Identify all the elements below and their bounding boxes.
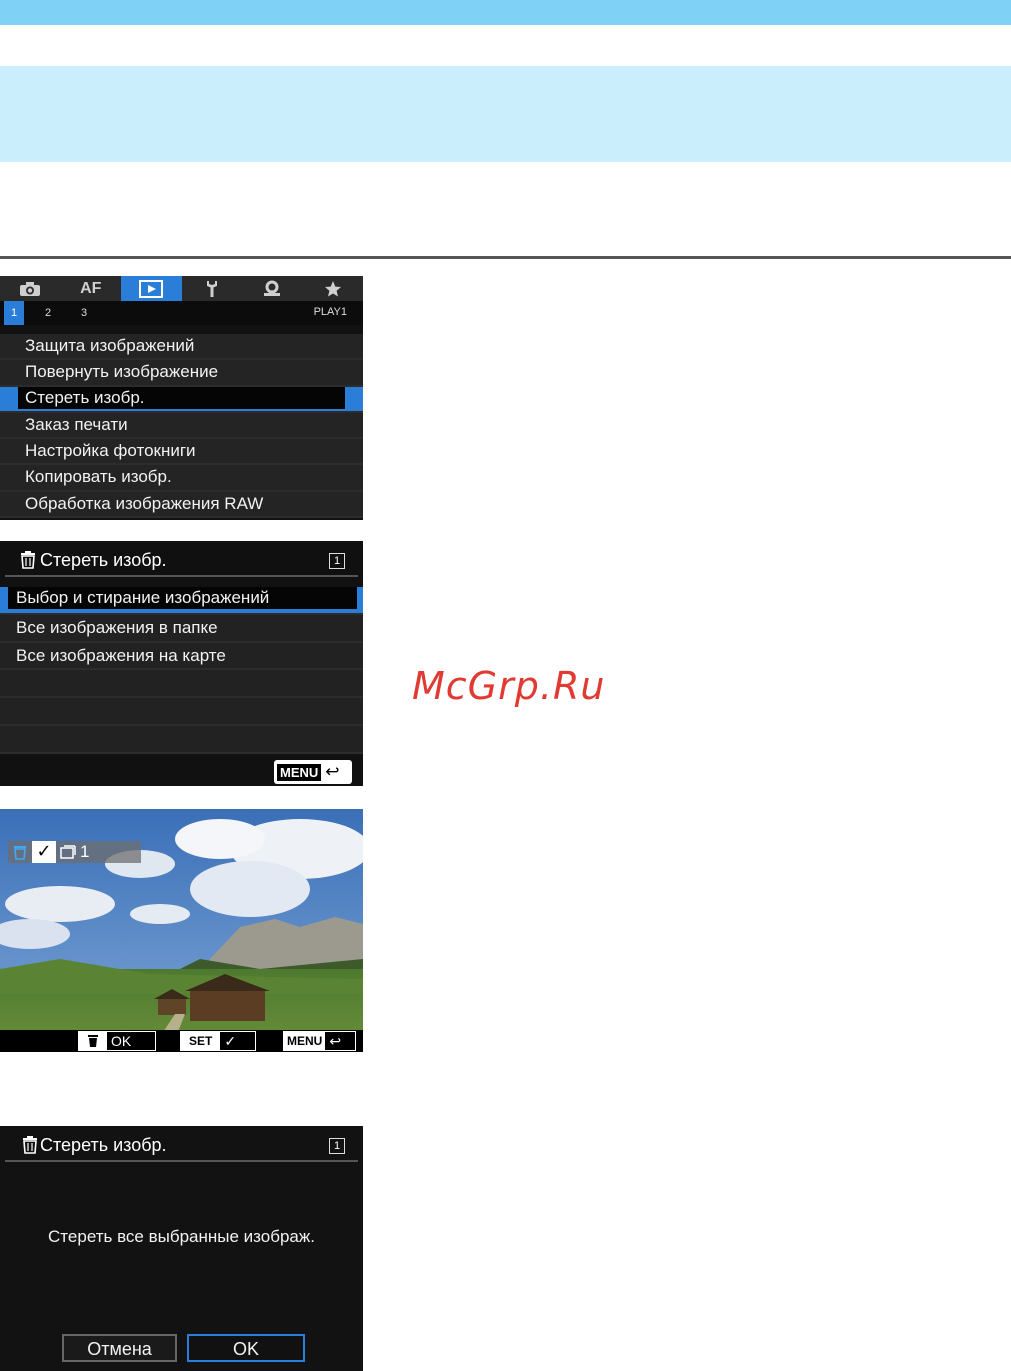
cancel-button[interactable]: Отмена [62,1334,177,1362]
empty-row [0,698,363,726]
page-code: PLAY1 [313,306,347,318]
screen-header: Стереть изобр. 1 [0,541,363,577]
menu-label: MENU [284,1032,326,1050]
custom-functions-icon [264,280,281,296]
menu-item-raw-processing[interactable]: Обработка изображения RAW [0,491,363,519]
control-bar: OK SET ✓ MENU ↩ [0,1030,363,1052]
return-arrow-icon: ↩ [329,1032,342,1049]
top-color-bar [0,0,1011,25]
info-icon: 1 [329,553,345,569]
menu-item-copy[interactable]: Копировать изобр. [0,465,363,492]
option-select-and-erase-label: Выбор и стирание изображений [8,587,357,609]
menu-label: MENU [277,763,322,781]
subtab-2[interactable]: 2 [38,301,58,325]
divider [5,575,358,577]
page-title: Стереть изобр. [40,550,167,570]
section-rule [0,256,1011,259]
screen-header: Стереть изобр. 1 [0,1126,363,1162]
option-all-in-folder[interactable]: Все изображения в папке [0,614,363,643]
erase-options-list: Выбор и стирание изображений Все изображ… [0,585,363,754]
menu-back-button[interactable]: MENU ↩ [274,760,352,784]
option-select-and-erase[interactable]: Выбор и стирание изображений [0,587,363,615]
return-arrow-icon: ↩ [325,762,340,782]
star-icon [324,280,341,296]
trash-icon [79,1032,107,1050]
erase-ok-button[interactable]: OK [78,1031,156,1051]
menu-item-erase[interactable]: Стереть изобр. [0,386,363,413]
menu-item-protect[interactable]: Защита изображений [0,334,363,361]
erase-ok-label: OK [111,1033,132,1049]
empty-row [0,670,363,699]
tab-shooting[interactable] [0,276,61,301]
selected-count: 1 [80,842,90,861]
erase-options-screen: Стереть изобр. 1 Выбор и стирание изобра… [0,541,363,786]
info-icon: 1 [329,1138,345,1154]
single-image-icon [60,845,76,859]
tab-custom[interactable] [242,276,303,301]
erase-confirm-screen: Стереть изобр. 1 Стереть все выбранные и… [0,1126,363,1371]
image-select-screen: ✓ 1 OK SET ✓ MENU ↩ [0,809,363,1052]
playback-menu-list: Защита изображений Повернуть изображение… [0,334,363,519]
wrench-icon [206,280,217,297]
menu-item-print-order[interactable]: Заказ печати [0,412,363,440]
selection-overlay: ✓ 1 [8,841,141,863]
check-icon: ✓ [32,841,56,863]
option-all-on-card[interactable]: Все изображения на карте [0,642,363,671]
tab-my-menu[interactable] [303,276,364,301]
set-label: SET [181,1032,221,1050]
menu-item-rotate[interactable]: Повернуть изображение [0,360,363,387]
watermark: McGrp.Ru [412,664,606,708]
menu-item-photobook[interactable]: Настройка фотокниги [0,439,363,466]
menu-back-button[interactable]: MENU ↩ [283,1031,356,1051]
menu-tab-bar: AF [0,276,363,301]
tab-setup[interactable] [182,276,243,301]
playback-icon [139,279,164,298]
divider [5,1160,358,1162]
empty-row [0,725,363,754]
camera-icon [20,281,41,296]
playback-menu-screen: AF 1 2 3 PLAY1 Защита изображений Поверн… [0,276,363,520]
menu-item-erase-label: Стереть изобр. [18,386,345,409]
page-title: Стереть изобр. [40,1135,167,1155]
tab-af[interactable]: AF [61,276,122,301]
ok-button[interactable]: OK [187,1334,305,1362]
sub-tab-bar: 1 2 3 PLAY1 [0,301,363,325]
trash-icon [21,551,35,569]
confirm-message: Стереть все выбранные изображ. [48,1227,315,1246]
subtab-3[interactable]: 3 [74,301,94,325]
trash-icon [23,1136,37,1154]
subtab-1[interactable]: 1 [4,301,24,325]
check-icon: ✓ [224,1032,237,1049]
tab-playback[interactable] [121,276,182,301]
header-band [0,66,1011,162]
set-check-button[interactable]: SET ✓ [180,1031,256,1051]
trash-icon [8,841,32,863]
